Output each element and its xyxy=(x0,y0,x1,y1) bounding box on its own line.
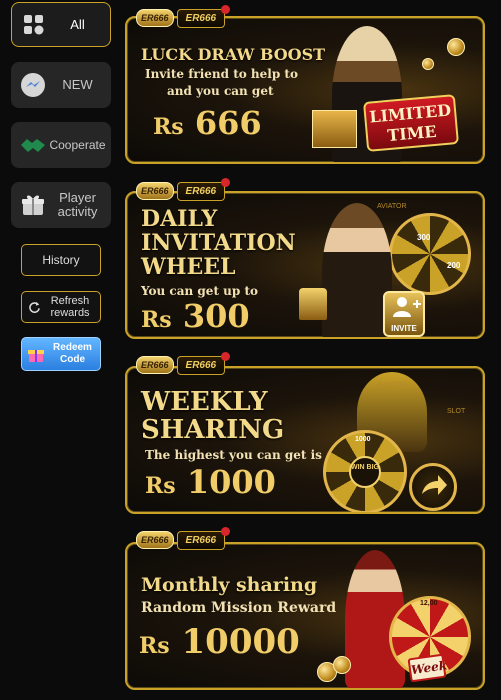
banner-amount: Rs 1000 xyxy=(145,463,276,501)
history-button[interactable]: History xyxy=(21,244,101,276)
refresh-label: Refresh rewards xyxy=(50,295,90,319)
banner-subtitle: and you can get xyxy=(167,84,274,98)
coin-icon xyxy=(333,656,351,674)
banner-amount: Rs 10000 xyxy=(139,622,300,662)
trophy-icon xyxy=(299,288,327,320)
coin-icon xyxy=(422,58,434,70)
banner-title: WEEKLY SHARING xyxy=(141,387,285,445)
history-label: History xyxy=(42,253,80,267)
banner-luck-draw-boost[interactable]: LUCK DRAW BOOST Invite friend to help to… xyxy=(125,16,485,164)
banner-subtitle: The highest you can get is xyxy=(145,448,322,462)
banner-title: Monthly sharing xyxy=(141,574,318,596)
banner-title: DAILY INVITATION WHEEL xyxy=(141,206,296,280)
redeem-code-button[interactable]: Redeem Code xyxy=(21,337,101,371)
prize-wheel xyxy=(389,213,471,295)
refresh-rewards-button[interactable]: Refresh rewards xyxy=(21,291,101,323)
er666-logo: ER666 ER666 xyxy=(136,526,230,552)
category-label: All xyxy=(70,16,85,32)
banner-subtitle: You can get up to xyxy=(141,284,258,298)
character-illustration xyxy=(322,203,392,337)
add-user-icon xyxy=(393,297,421,317)
messenger-icon xyxy=(18,70,48,100)
banner-subtitle: Invite friend to help to xyxy=(145,67,298,81)
category-cooperate[interactable]: Cooperate xyxy=(11,122,111,168)
banner-monthly-sharing[interactable]: 12,00 Week Monthly sharing Random Missio… xyxy=(125,542,485,690)
category-sidebar: All NEW Cooperate Player activity Histor… xyxy=(0,0,122,700)
category-new[interactable]: NEW xyxy=(11,62,111,108)
category-label: Cooperate xyxy=(49,138,106,152)
win-big-label: WIN BIG xyxy=(349,456,381,488)
er666-logo: ER666 ER666 xyxy=(136,177,230,203)
handshake-icon xyxy=(18,130,48,160)
banner-daily-invitation-wheel[interactable]: 300 200 INVITE AVIATOR DAILY INVITATION … xyxy=(125,191,485,339)
banner-subtitle: Random Mission Reward xyxy=(141,600,337,616)
gift-box-icon xyxy=(312,110,357,148)
arrow-button[interactable] xyxy=(409,463,457,511)
redeem-gift-icon xyxy=(27,345,45,363)
grid-icon xyxy=(19,10,49,40)
banner-title: LUCK DRAW BOOST xyxy=(141,45,326,64)
redeem-label: Redeem Code xyxy=(53,342,92,365)
refresh-icon xyxy=(28,301,41,314)
week-calendar-badge: Week xyxy=(407,653,448,683)
category-all[interactable]: All xyxy=(11,2,111,47)
er666-logo: ER666 ER666 xyxy=(136,351,230,377)
category-label: Player activity xyxy=(57,190,98,219)
banner-amount: Rs 300 xyxy=(141,297,250,335)
coin-icon xyxy=(447,38,465,56)
er666-logo: ER666 ER666 xyxy=(136,4,230,30)
banner-amount: Rs 666 xyxy=(153,104,262,142)
banner-weekly-sharing[interactable]: WIN BIG 1000 AVIATOR SLOT WEEKLY SHARING… xyxy=(125,366,485,514)
category-player-activity[interactable]: Player activity xyxy=(11,182,111,228)
gift-icon xyxy=(18,190,48,220)
arrow-right-icon xyxy=(422,475,447,495)
category-label: NEW xyxy=(62,77,93,92)
limited-time-badge: LIMITED TIME xyxy=(362,94,460,152)
invite-badge: INVITE xyxy=(383,291,425,337)
